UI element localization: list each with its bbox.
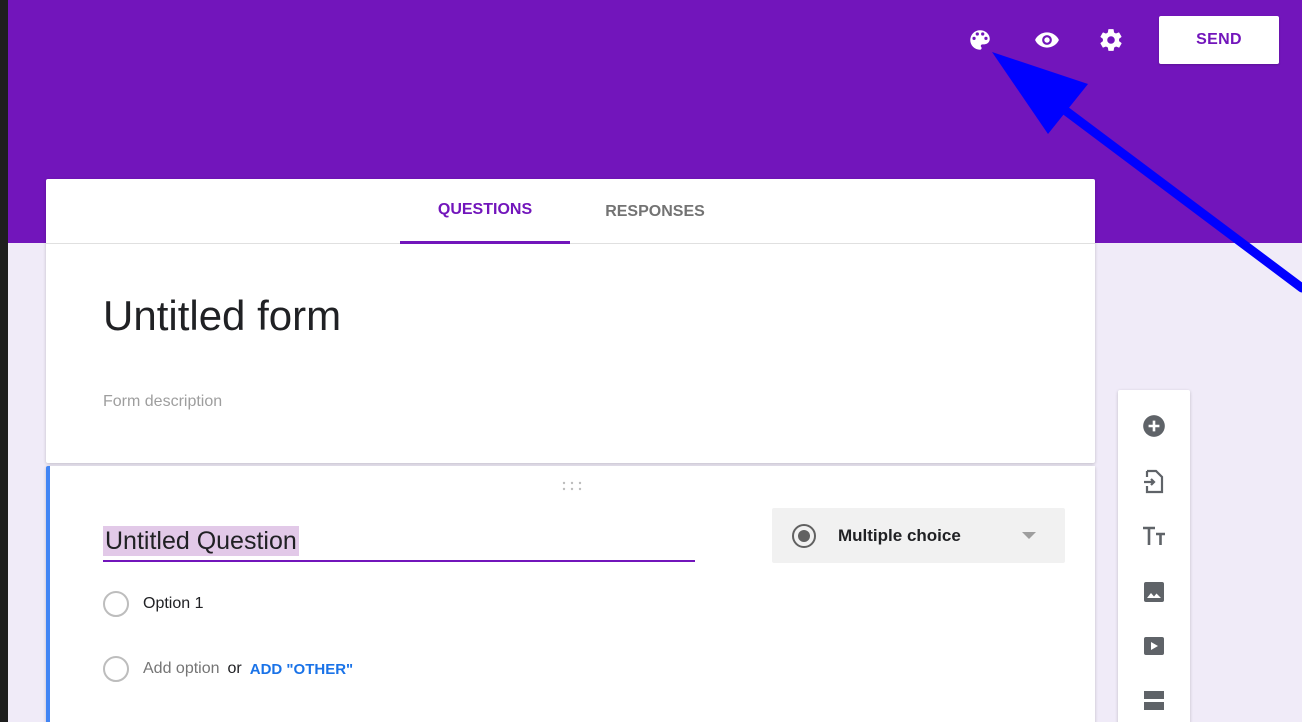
video-icon[interactable] <box>1140 632 1168 660</box>
form-title[interactable]: Untitled form <box>103 292 341 340</box>
form-header-card: QUESTIONS RESPONSES Untitled form Form d… <box>46 179 1095 463</box>
add-option-link[interactable]: Add option <box>143 660 220 678</box>
eye-icon[interactable] <box>1033 26 1061 54</box>
tab-questions[interactable]: QUESTIONS <box>400 179 570 244</box>
question-type-dropdown[interactable]: Multiple choice <box>772 508 1065 563</box>
add-option-row: Add option or ADD "OTHER" <box>103 655 353 683</box>
gear-icon[interactable] <box>1097 26 1125 54</box>
radio-button-icon <box>792 524 816 548</box>
option-row: Option 1 <box>103 590 203 618</box>
option-label[interactable]: Option 1 <box>143 595 203 613</box>
question-title-text: Untitled Question <box>103 526 299 556</box>
forms-editor: SEND QUESTIONS RESPONSES Untitled form F… <box>8 0 1302 722</box>
import-questions-icon[interactable] <box>1140 468 1168 496</box>
or-text: or <box>227 660 242 677</box>
tab-responses[interactable]: RESPONSES <box>570 179 740 244</box>
send-button[interactable]: SEND <box>1159 16 1279 64</box>
section-icon[interactable] <box>1140 686 1168 714</box>
form-description-field[interactable]: Form description <box>103 393 222 411</box>
tab-bar: QUESTIONS RESPONSES <box>46 179 1095 244</box>
radio-empty-icon <box>103 591 129 617</box>
question-card[interactable]: Untitled Question Multiple choice Option… <box>46 466 1095 722</box>
add-other-link[interactable]: ADD "OTHER" <box>250 661 353 678</box>
question-title-field[interactable]: Untitled Question <box>103 524 695 562</box>
question-type-label: Multiple choice <box>838 526 961 545</box>
side-toolbar <box>1118 390 1190 722</box>
radio-empty-icon <box>103 656 129 682</box>
palette-icon[interactable] <box>966 26 994 54</box>
drag-handle-icon[interactable] <box>561 478 583 496</box>
add-question-icon[interactable] <box>1140 412 1168 440</box>
image-icon[interactable] <box>1140 578 1168 606</box>
title-text-icon[interactable] <box>1140 523 1168 551</box>
dropdown-arrow-icon <box>1022 532 1036 539</box>
